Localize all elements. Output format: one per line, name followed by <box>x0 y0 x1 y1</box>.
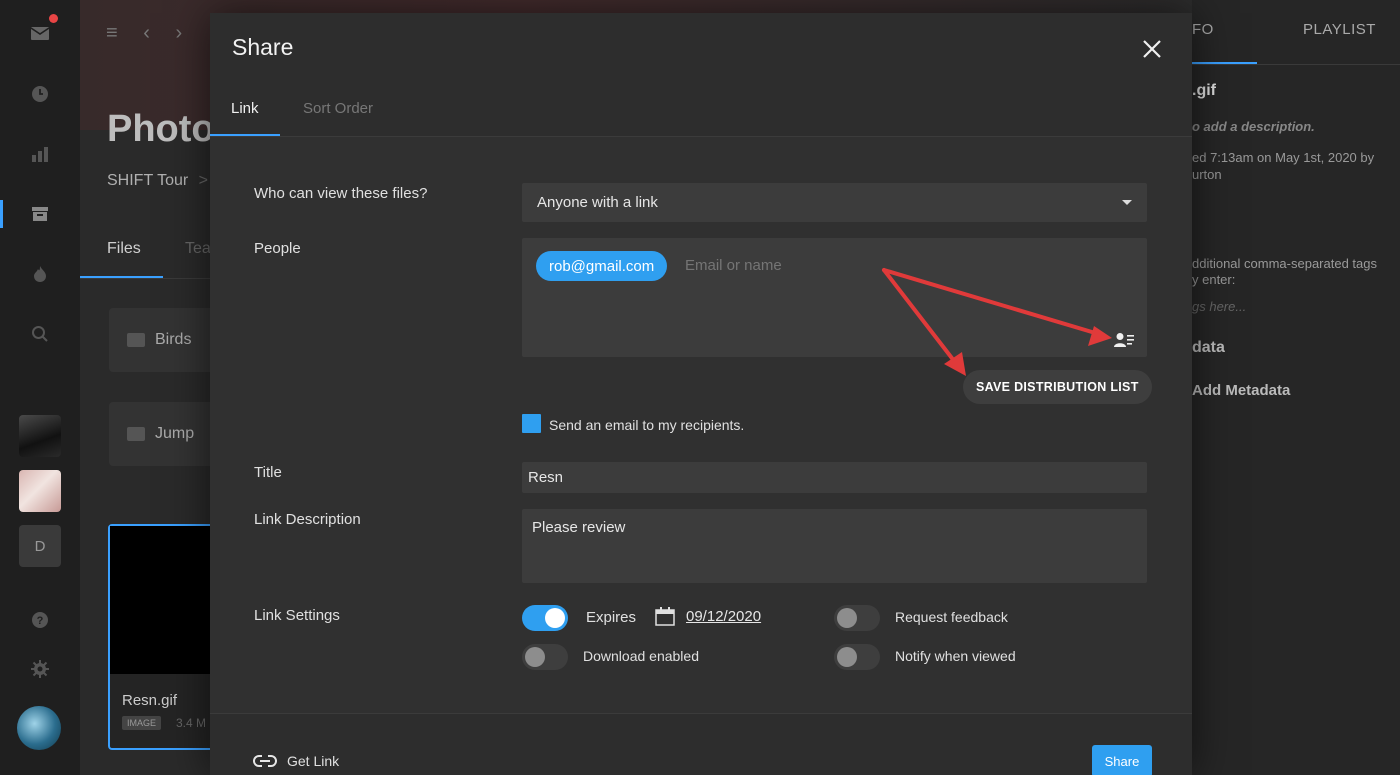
project-thumbnail[interactable] <box>19 415 61 457</box>
project-initial[interactable]: D <box>19 525 61 567</box>
rail-active-indicator <box>0 200 3 228</box>
tab-team[interactable]: Tea <box>185 240 211 258</box>
close-button[interactable] <box>1140 37 1164 61</box>
archive-icon[interactable] <box>24 198 56 230</box>
people-input[interactable] <box>685 257 985 274</box>
folder-birds[interactable]: Birds <box>109 308 219 372</box>
uploaded-info: urton <box>1192 167 1222 182</box>
share-dialog: Share Link Sort Order Who can view these… <box>210 13 1192 775</box>
toggle-knob <box>545 608 565 628</box>
metadata-heading[interactable]: data <box>1192 339 1225 357</box>
download-toggle[interactable] <box>522 644 568 670</box>
request-feedback-label: Request feedback <box>895 609 1008 625</box>
project-thumbnail[interactable] <box>19 470 61 512</box>
clock-icon[interactable] <box>24 78 56 110</box>
chart-icon[interactable] <box>24 138 56 170</box>
mail-icon[interactable] <box>24 14 58 49</box>
tab-info[interactable]: FO <box>1192 21 1214 38</box>
tab-sort-order[interactable]: Sort Order <box>303 100 373 117</box>
left-rail: D ? <box>0 0 80 775</box>
toggle-knob <box>837 647 857 667</box>
expires-label: Expires <box>586 609 637 626</box>
link-description-textarea[interactable]: Please review <box>522 509 1147 583</box>
divider <box>80 278 210 279</box>
folder-jump[interactable]: Jump <box>109 402 219 466</box>
request-feedback-toggle[interactable] <box>834 605 880 631</box>
recipient-chip[interactable]: rob@gmail.com <box>536 251 668 281</box>
dialog-title: Share <box>232 34 294 60</box>
who-can-view-label: Who can view these files? <box>254 185 428 202</box>
toggle-knob <box>525 647 545 667</box>
expires-toggle[interactable] <box>522 605 568 631</box>
settings-icon[interactable] <box>24 653 56 685</box>
breadcrumb-item[interactable]: SHIFT Tour <box>107 172 188 189</box>
file-thumbnail <box>110 526 216 674</box>
people-field[interactable]: rob@gmail.com <box>522 238 1147 357</box>
notify-toggle[interactable] <box>834 644 880 670</box>
tags-hint: y enter: <box>1192 272 1236 287</box>
tab-files[interactable]: Files <box>107 240 141 258</box>
share-button[interactable]: Share <box>1092 745 1152 775</box>
contacts-list-icon[interactable] <box>1114 332 1134 348</box>
access-select[interactable]: Anyone with a link <box>522 183 1147 222</box>
add-metadata-link[interactable]: Add Metadata <box>1192 382 1290 399</box>
folder-label: Jump <box>155 425 195 442</box>
svg-text:?: ? <box>37 615 44 627</box>
close-icon <box>1143 40 1161 58</box>
file-name: Resn.gif <box>122 692 178 709</box>
tags-input[interactable]: gs here... <box>1192 299 1246 314</box>
fire-icon[interactable] <box>24 258 56 290</box>
notify-label: Notify when viewed <box>895 648 1016 664</box>
file-type-badge: IMAGE <box>122 716 162 730</box>
title-input[interactable]: Resn <box>522 462 1147 493</box>
user-avatar[interactable] <box>17 706 61 750</box>
tab-link[interactable]: Link <box>231 100 259 117</box>
notification-dot <box>49 14 58 23</box>
folder-icon <box>127 427 145 441</box>
toggle-knob <box>837 608 857 628</box>
send-email-label: Send an email to my recipients. <box>549 417 745 433</box>
get-link-button[interactable]: Get Link <box>252 753 339 769</box>
caret-down-icon <box>1122 200 1132 205</box>
uploaded-info: ed 7:13am on May 1st, 2020 by <box>1192 150 1375 165</box>
link-settings-label: Link Settings <box>254 607 340 624</box>
folder-icon <box>127 333 145 347</box>
send-email-checkbox[interactable] <box>522 414 541 433</box>
page-title: Photo <box>107 108 215 150</box>
expiry-date[interactable]: 09/12/2020 <box>686 608 761 625</box>
breadcrumb[interactable]: SHIFT Tour > <box>107 172 208 190</box>
divider <box>210 713 1192 714</box>
download-label: Download enabled <box>583 648 699 664</box>
get-link-label: Get Link <box>287 753 340 769</box>
link-icon <box>253 755 277 767</box>
file-size: 3.4 M <box>176 716 207 730</box>
description-hint[interactable]: o add a description. <box>1192 119 1315 134</box>
title-label: Title <box>254 464 282 481</box>
help-icon[interactable]: ? <box>24 604 56 636</box>
divider <box>1192 64 1400 65</box>
link-description-label: Link Description <box>254 511 361 528</box>
nav-controls: ≡ ‹ › <box>106 22 193 44</box>
calendar-icon[interactable] <box>655 607 675 626</box>
search-icon[interactable] <box>24 318 56 350</box>
tags-hint: dditional comma-separated tags <box>1192 256 1377 271</box>
breadcrumb-separator: > <box>198 172 209 189</box>
access-select-value: Anyone with a link <box>537 194 658 211</box>
file-card[interactable]: Resn.gif IMAGE 3.4 M <box>108 524 218 750</box>
save-distribution-list-button[interactable]: SAVE DISTRIBUTION LIST <box>963 370 1152 404</box>
info-filename: .gif <box>1192 82 1216 99</box>
folder-label: Birds <box>155 331 192 348</box>
tab-playlist[interactable]: PLAYLIST <box>1303 21 1376 38</box>
people-label: People <box>254 240 301 257</box>
